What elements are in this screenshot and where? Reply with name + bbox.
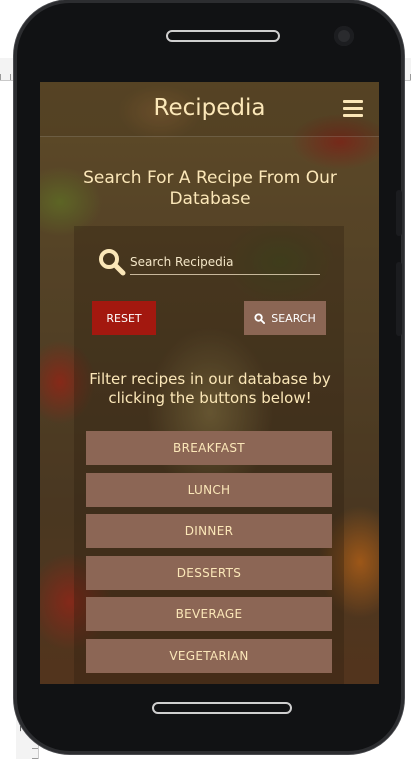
filter-button-vegetarian[interactable]: VEGETARIAN — [86, 638, 332, 673]
filter-button-dinner[interactable]: DINNER — [86, 514, 332, 549]
brand-logo[interactable]: Recipedia — [40, 95, 379, 121]
search-button-label: SEARCH — [271, 311, 316, 325]
volume-button — [396, 190, 402, 236]
navbar: Recipedia — [40, 82, 379, 137]
app-screen: Recipedia Search For A Recipe From Our D… — [40, 82, 379, 684]
reset-button[interactable]: RESET — [92, 301, 156, 335]
earpiece-speaker — [166, 30, 280, 42]
search-icon — [254, 312, 266, 324]
filter-button-desserts[interactable]: DESSERTS — [86, 555, 332, 590]
front-camera — [334, 26, 354, 46]
filter-button-breakfast[interactable]: BREAKFAST — [86, 431, 332, 465]
filter-instructions: Filter recipes in our database by clicki… — [89, 370, 331, 407]
filter-button-list: BREAKFAST LUNCH DINNER DESSERTS BEVERAGE… — [86, 431, 332, 681]
power-button — [396, 262, 402, 336]
filter-button-beverage[interactable]: BEVERAGE — [86, 597, 332, 632]
home-bar — [152, 702, 292, 714]
filter-button-lunch[interactable]: LUNCH — [86, 472, 332, 507]
reset-button-label: RESET — [106, 311, 142, 325]
search-input[interactable] — [130, 250, 320, 275]
search-icon — [99, 249, 126, 276]
search-bar — [98, 246, 328, 282]
search-button[interactable]: SEARCH — [244, 301, 326, 335]
hamburger-menu-icon[interactable] — [343, 100, 363, 118]
page-heading: Search For A Recipe From Our Database — [83, 168, 337, 209]
